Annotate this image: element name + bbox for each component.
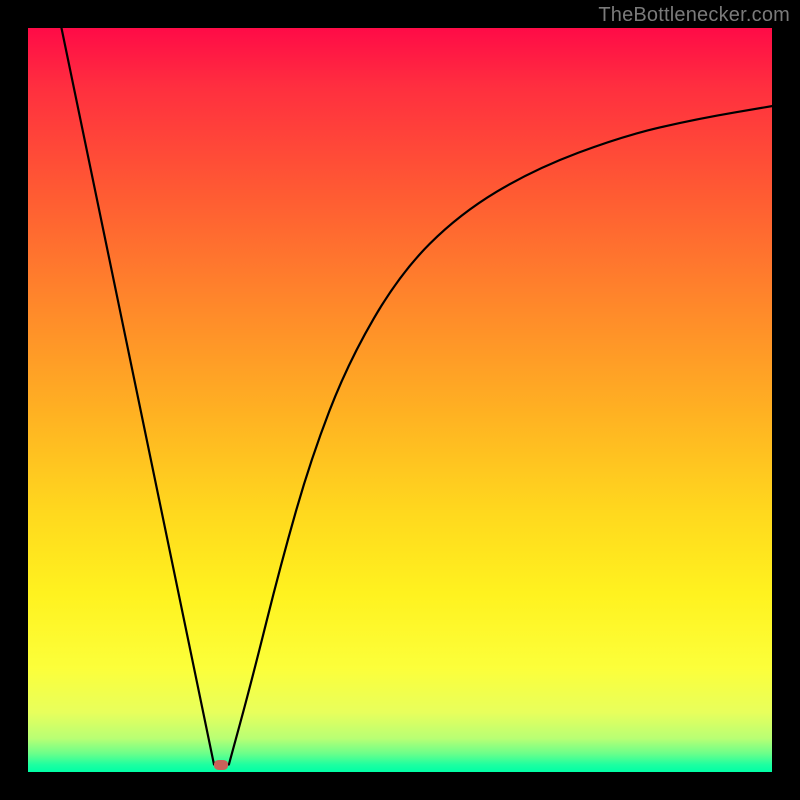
chart-container: TheBottlenecker.com: [0, 0, 800, 800]
curve-layer: [28, 28, 772, 772]
plot-area: [28, 28, 772, 772]
minimum-marker: [214, 760, 228, 770]
attribution-text: TheBottlenecker.com: [598, 4, 790, 27]
bottleneck-curve: [61, 28, 772, 765]
